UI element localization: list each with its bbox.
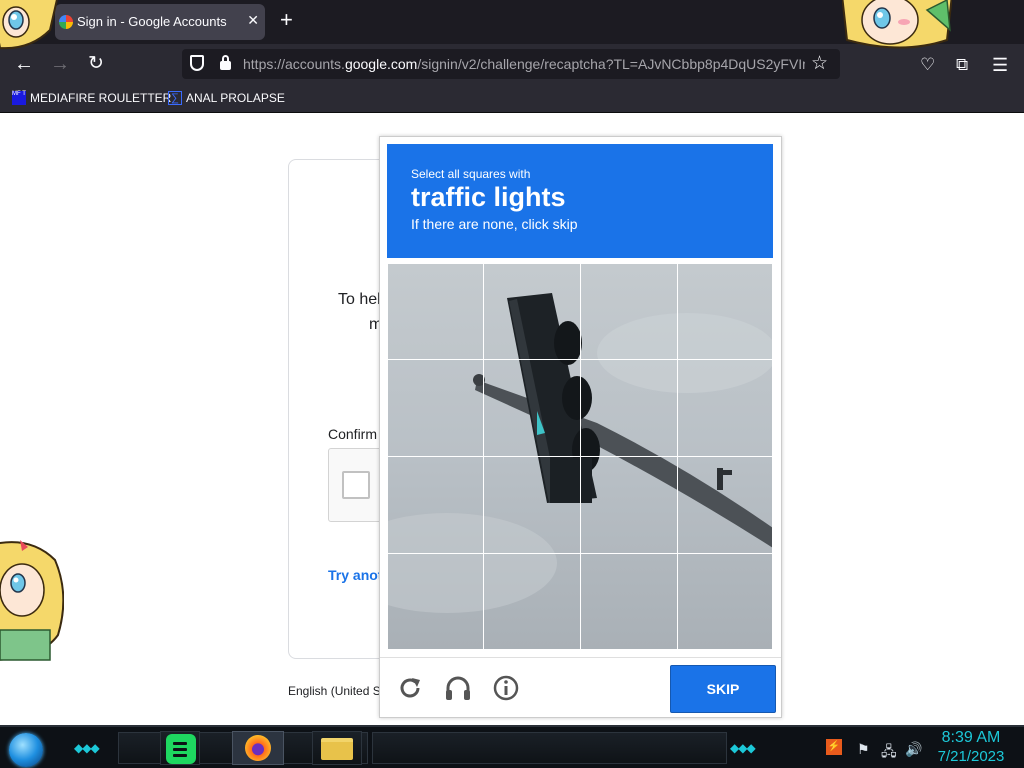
- extensions-icon[interactable]: ⧉: [956, 55, 968, 75]
- challenge-tile[interactable]: [387, 553, 484, 650]
- lock-icon[interactable]: [220, 55, 231, 70]
- challenge-tile[interactable]: [580, 359, 678, 457]
- taskbar-decoration: ◆◆◆: [74, 741, 100, 755]
- google-favicon-icon: [59, 15, 73, 29]
- action-center-flag-icon[interactable]: ⚑: [857, 741, 870, 758]
- taskbar-panel: [372, 732, 727, 764]
- challenge-tile[interactable]: [387, 359, 484, 457]
- challenge-hint: If there are none, click skip: [411, 216, 578, 232]
- recaptcha-challenge: Select all squares with traffic lights I…: [379, 136, 782, 718]
- volume-icon[interactable]: 🔊: [905, 741, 922, 758]
- challenge-tile[interactable]: [677, 456, 773, 554]
- pocket-icon[interactable]: ♡: [920, 55, 935, 75]
- verify-text-line1: To hel: [338, 291, 381, 308]
- challenge-tile[interactable]: [580, 263, 678, 360]
- address-bar[interactable]: https://accounts.google.com/signin/v2/ch…: [182, 49, 840, 79]
- reload-button[interactable]: ↻: [84, 52, 108, 76]
- reload-icon[interactable]: [392, 670, 428, 706]
- tracking-protection-shield-icon[interactable]: [190, 55, 204, 71]
- challenge-target: traffic lights: [411, 182, 566, 212]
- url-domain: google.com: [344, 56, 418, 72]
- taskbar-file-explorer[interactable]: [312, 731, 362, 765]
- taskbar-decoration: ◆◆◆: [730, 741, 756, 755]
- challenge-tile-grid: [387, 263, 773, 650]
- skip-button[interactable]: SKIP: [670, 665, 776, 713]
- tab-close-icon[interactable]: ✕: [247, 12, 259, 29]
- mediafire-icon: MF T: [12, 90, 26, 105]
- challenge-tile[interactable]: [387, 456, 484, 554]
- taskbar-notes-app[interactable]: [160, 731, 200, 765]
- challenge-tile[interactable]: [677, 553, 773, 650]
- tab-sign-in[interactable]: Sign in - Google Accounts ✕: [55, 4, 265, 40]
- notes-app-icon: [166, 734, 196, 764]
- challenge-instruction: Select all squares with: [411, 167, 531, 181]
- recaptcha-checkbox[interactable]: [342, 471, 370, 499]
- navigation-toolbar: ← → ↻ https://accounts.google.com/signin…: [0, 44, 1024, 84]
- anime-sticker-left: [0, 535, 64, 665]
- forward-button[interactable]: →: [48, 52, 72, 76]
- challenge-tile[interactable]: [677, 263, 773, 360]
- try-another-way-link[interactable]: Try anot: [328, 567, 382, 583]
- hamburger-menu-icon[interactable]: ☰: [992, 55, 1008, 76]
- bookmark-second[interactable]: ∑ ANAL PROLAPSE: [168, 90, 285, 108]
- challenge-tile[interactable]: [483, 263, 581, 360]
- tab-title: Sign in - Google Accounts: [77, 14, 227, 29]
- language-selector[interactable]: English (United S: [288, 684, 381, 698]
- new-tab-button[interactable]: +: [280, 9, 293, 31]
- challenge-tile[interactable]: [483, 359, 581, 457]
- url-text[interactable]: https://accounts.google.com/signin/v2/ch…: [243, 56, 805, 72]
- folder-icon: [321, 738, 353, 760]
- bookmarks-toolbar: MF T MEDIAFIRE ROULETTER ∑ ANAL PROLAPSE: [0, 84, 1024, 113]
- tray-app-icon[interactable]: ⚡: [826, 739, 842, 755]
- challenge-header: Select all squares with traffic lights I…: [387, 144, 773, 258]
- challenge-tile[interactable]: [580, 456, 678, 554]
- challenge-tile[interactable]: [483, 456, 581, 554]
- start-orb-button[interactable]: [9, 733, 43, 767]
- challenge-tile[interactable]: [677, 359, 773, 457]
- bookmark-mediafire-rouletter[interactable]: MF T MEDIAFIRE ROULETTER: [12, 90, 171, 108]
- taskbar-firefox[interactable]: [232, 731, 284, 765]
- clock-date[interactable]: 7/21/2023: [934, 748, 1008, 765]
- anime-sticker-top-left: [0, 0, 58, 50]
- confirm-label: Confirm: [328, 426, 378, 442]
- clock-time[interactable]: 8:39 AM: [939, 729, 1003, 747]
- network-icon[interactable]: 🖧: [881, 741, 897, 765]
- anime-sticker-top-right: [842, 0, 952, 50]
- info-icon[interactable]: [488, 670, 524, 706]
- back-button[interactable]: ←: [12, 52, 36, 76]
- challenge-tile[interactable]: [580, 553, 678, 650]
- bookmark-star-icon[interactable]: ☆: [811, 52, 828, 75]
- sigma-icon: ∑: [168, 90, 182, 105]
- challenge-tile[interactable]: [387, 263, 484, 360]
- taskbar: ◆◆◆ ◆◆◆ ⚡ ⚑ 🖧 🔊 8:39 AM 7/21/2023: [0, 725, 1024, 768]
- headphones-icon[interactable]: [440, 670, 476, 706]
- challenge-footer: SKIP: [380, 657, 781, 718]
- firefox-icon: [245, 735, 271, 761]
- challenge-tile[interactable]: [483, 553, 581, 650]
